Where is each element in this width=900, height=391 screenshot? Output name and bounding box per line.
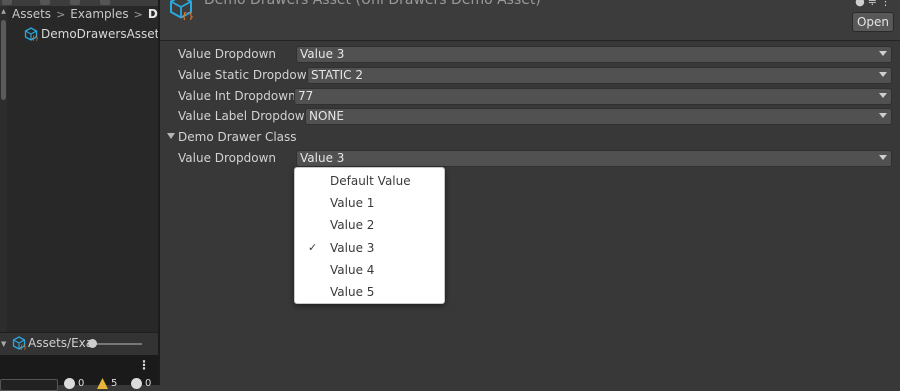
property-row: Value Static Dropdown STATIC 2 <box>160 65 900 85</box>
svg-text:{}: {} <box>181 10 194 20</box>
value-dropdown[interactable]: Value 3 <box>296 46 892 63</box>
toolbar-button[interactable] <box>2 0 12 5</box>
dropdown-option[interactable]: Default Value <box>295 170 444 192</box>
dropdown-arrow-icon <box>879 155 887 160</box>
console-toolbar: ⋮ 0 5 0 <box>0 355 158 391</box>
property-row: Value Label Dropdown NONE <box>160 106 900 126</box>
property-label: Value Int Dropdown <box>178 89 296 103</box>
toolbar-button[interactable] <box>100 0 110 5</box>
property-label: Value Label Dropdown <box>178 109 313 123</box>
svg-text:{}: {} <box>32 36 39 42</box>
info-count-label: 0 <box>78 378 85 389</box>
option-label: Value 5 <box>330 285 375 299</box>
option-label: Value 1 <box>330 196 375 210</box>
zoom-slider-knob[interactable] <box>88 339 97 348</box>
value-static-dropdown[interactable]: STATIC 2 <box>307 67 892 84</box>
chevron-right-icon: > <box>133 8 143 21</box>
project-footer: ▼ {} Assets/Exa <box>0 332 158 355</box>
header-actions: ●≑⋮ <box>855 0 894 8</box>
breadcrumb-item[interactable]: Assets <box>12 7 51 21</box>
asset-name: DemoDrawersAsset <box>41 27 160 41</box>
inspector-title: Demo Drawers Asset (Uni Drawers Demo Ass… <box>204 0 541 8</box>
foldout-arrow-icon[interactable] <box>167 133 175 139</box>
foldout-label: Demo Drawer Class <box>178 130 297 144</box>
error-icon <box>131 378 142 389</box>
dropdown-arrow-icon <box>879 113 887 118</box>
breadcrumb-item[interactable]: Examples <box>70 7 128 21</box>
scriptable-object-icon: {} <box>170 0 194 20</box>
dropdown-option[interactable]: Value 1 <box>295 192 444 214</box>
info-icon <box>64 378 75 389</box>
error-count-label: 0 <box>145 378 152 389</box>
option-label: Default Value <box>330 174 411 188</box>
value-label-dropdown[interactable]: NONE <box>305 108 892 125</box>
asset-list-item[interactable]: {} DemoDrawersAsset <box>24 25 159 43</box>
dropdown-value: Value 3 <box>300 151 345 165</box>
property-label: Value Static Dropdown <box>178 68 315 82</box>
open-button[interactable]: Open <box>852 12 894 32</box>
property-label: Value Dropdown <box>178 151 277 165</box>
dropdown-value: NONE <box>309 109 344 123</box>
scriptable-object-icon: {} <box>12 336 26 350</box>
collapse-arrow-icon[interactable]: ▼ <box>1 340 6 348</box>
project-scrollbar[interactable]: ▲ <box>0 6 7 332</box>
warning-count-label: 5 <box>111 378 118 389</box>
property-row: Value Dropdown Value 3 <box>160 44 900 64</box>
dropdown-arrow-icon <box>879 72 887 77</box>
property-row: Value Int Dropdown 77 <box>160 86 900 106</box>
option-label: Value 4 <box>330 263 375 277</box>
scriptable-object-icon: {} <box>24 27 38 41</box>
option-label: Value 2 <box>330 218 375 232</box>
dropdown-value: STATIC 2 <box>311 68 363 82</box>
foldout-header[interactable]: Demo Drawer Class <box>160 127 900 147</box>
dropdown-popup-menu: Default Value Value 1 Value 2 ✓ Value 3 … <box>294 167 445 304</box>
property-label: Value Dropdown <box>178 47 277 61</box>
dropdown-option[interactable]: Value 4 <box>295 259 444 281</box>
toolbar-button[interactable] <box>40 0 50 5</box>
info-count[interactable]: 0 <box>64 378 84 389</box>
dropdown-option-selected[interactable]: ✓ Value 3 <box>295 237 444 259</box>
toolbar-button[interactable] <box>70 0 80 5</box>
svg-text:{}: {} <box>20 345 27 351</box>
scroll-up-icon[interactable]: ▲ <box>0 9 7 15</box>
project-toolbar <box>0 0 158 6</box>
warning-count[interactable]: 5 <box>97 378 117 389</box>
dropdown-arrow-icon <box>879 51 887 56</box>
class-value-dropdown[interactable]: Value 3 <box>296 150 892 167</box>
option-label: Value 3 <box>330 241 375 255</box>
project-panel: ▲ Assets>Examples>Draw {} DemoDrawersAss… <box>0 0 183 391</box>
dropdown-value: Value 3 <box>300 47 345 61</box>
selected-asset-path: {} Assets/Exa <box>12 336 93 350</box>
dropdown-value: 77 <box>298 89 314 103</box>
scroll-thumb[interactable] <box>1 20 6 100</box>
error-count[interactable]: 0 <box>131 378 151 389</box>
dropdown-option[interactable]: Value 5 <box>295 281 444 303</box>
settings-icon[interactable]: ≑ <box>868 0 880 8</box>
console-search-input[interactable] <box>0 379 58 391</box>
dropdown-option[interactable]: Value 2 <box>295 214 444 236</box>
zoom-slider-track[interactable] <box>90 343 142 345</box>
kebab-menu-icon[interactable]: ⋮ <box>138 358 150 372</box>
chevron-right-icon: > <box>56 8 66 21</box>
property-row: Value Dropdown Value 3 <box>160 148 900 168</box>
checkmark-icon: ✓ <box>308 241 318 254</box>
inspector-header: {} Demo Drawers Asset (Uni Drawers Demo … <box>160 0 900 41</box>
dropdown-arrow-icon <box>879 93 887 98</box>
kebab-menu-icon[interactable]: ⋮ <box>880 0 894 8</box>
footer-path-label: Assets/Exa <box>28 336 94 350</box>
help-icon[interactable]: ● <box>855 0 868 8</box>
warning-icon <box>97 378 108 389</box>
value-int-dropdown[interactable]: 77 <box>294 88 892 105</box>
